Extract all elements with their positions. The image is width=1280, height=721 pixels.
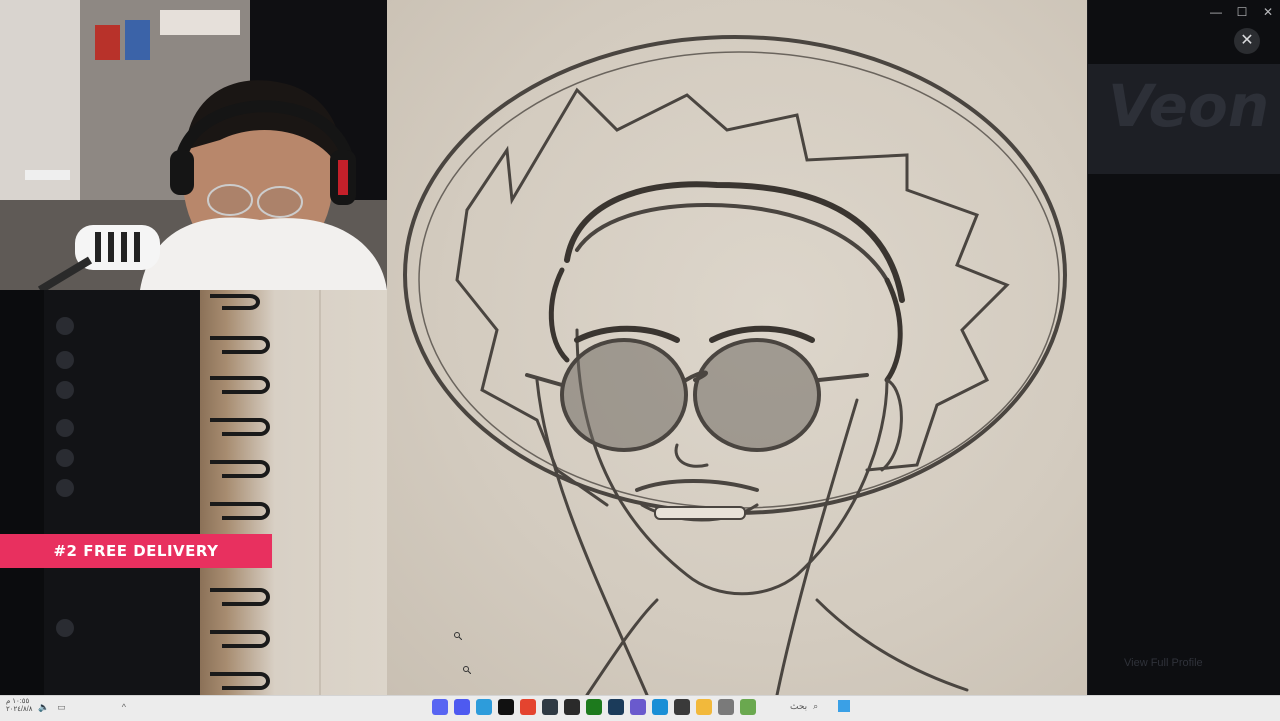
promo-banner: #2 FREE DELIVERY bbox=[0, 534, 272, 568]
notebook-spiral-edge bbox=[200, 290, 387, 695]
chrome-icon[interactable] bbox=[520, 699, 536, 715]
tray-overflow-arrow[interactable]: ^ bbox=[122, 702, 126, 713]
network-icon[interactable]: ▭ bbox=[57, 702, 66, 713]
discord-ptb-icon[interactable] bbox=[454, 699, 470, 715]
background-profile-banner: Veon bbox=[1088, 64, 1280, 174]
window-close-button[interactable]: ✕ bbox=[1258, 4, 1278, 20]
spiral-binding-illustration bbox=[210, 290, 321, 695]
webcam-overlay bbox=[0, 0, 387, 290]
background-list-item bbox=[56, 419, 74, 437]
search-icon: ⌕ bbox=[813, 700, 819, 711]
windows-taskbar: ١٠:٥٥ م ٢٠٢٤/٨/٨ 🔈 ▭ ^ بحث ⌕ bbox=[0, 695, 1280, 721]
cursor-icon bbox=[454, 632, 462, 640]
pencil-portrait-image bbox=[387, 0, 1087, 695]
background-banner-text: Veon bbox=[1108, 72, 1270, 140]
background-list-item bbox=[56, 449, 74, 467]
folder-icon[interactable] bbox=[696, 699, 712, 715]
background-server-list bbox=[0, 290, 44, 695]
tiktok-icon[interactable] bbox=[498, 699, 514, 715]
edge-icon[interactable] bbox=[652, 699, 668, 715]
minecraft-icon[interactable] bbox=[740, 699, 756, 715]
background-list-item bbox=[56, 479, 74, 497]
background-list-item bbox=[56, 317, 74, 335]
streamer-webcam-feed bbox=[0, 0, 387, 290]
photo-icon[interactable] bbox=[630, 699, 646, 715]
discord-icon[interactable] bbox=[432, 699, 448, 715]
steam-icon[interactable] bbox=[608, 699, 624, 715]
viewer-close-button[interactable]: ✕ bbox=[1234, 28, 1260, 54]
view-full-profile-link[interactable]: View Full Profile bbox=[1124, 657, 1203, 669]
taskbar-pinned-apps bbox=[432, 699, 756, 715]
start-button[interactable] bbox=[838, 700, 851, 712]
clock-date: ٢٠٢٤/٨/٨ bbox=[6, 706, 33, 713]
portrait-sketch-illustration bbox=[403, 35, 1067, 695]
maximize-button[interactable]: ☐ bbox=[1232, 4, 1252, 20]
xbox-icon[interactable] bbox=[586, 699, 602, 715]
assistant-icon[interactable] bbox=[476, 699, 492, 715]
settings-icon[interactable] bbox=[718, 699, 734, 715]
speaker-icon[interactable]: 🔈 bbox=[38, 702, 49, 713]
clock-time: ١٠:٥٥ م bbox=[6, 698, 30, 705]
system-tray: 🔈 ▭ ^ bbox=[38, 702, 126, 713]
cursor-icon bbox=[463, 666, 471, 674]
background-list-item bbox=[56, 619, 74, 637]
minimize-button[interactable]: — bbox=[1206, 4, 1226, 20]
taskbar-clock[interactable]: ١٠:٥٥ م ٢٠٢٤/٨/٨ bbox=[6, 698, 32, 714]
calculator-icon[interactable] bbox=[674, 699, 690, 715]
background-list-item bbox=[56, 381, 74, 399]
taskbar-search[interactable]: بحث ⌕ bbox=[790, 700, 851, 712]
obs-icon[interactable] bbox=[564, 699, 580, 715]
search-label: بحث bbox=[790, 700, 808, 711]
terminal-icon[interactable] bbox=[542, 699, 558, 715]
background-list-item bbox=[56, 351, 74, 369]
